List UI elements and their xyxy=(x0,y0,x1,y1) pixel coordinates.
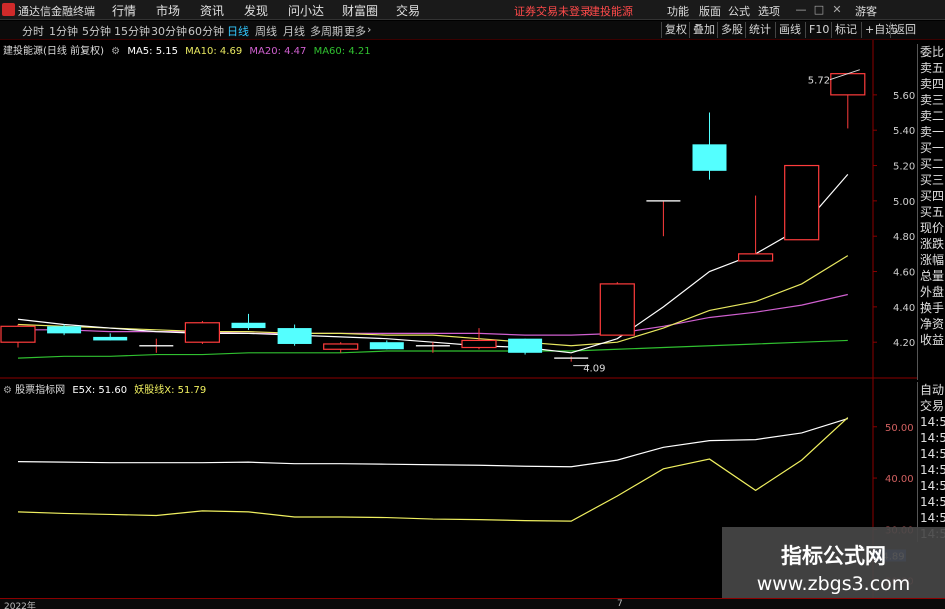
candle-body xyxy=(830,73,866,96)
candle-body xyxy=(277,328,312,344)
trade-side-panel: 自动交易14:514:514:514:514:514:514:514:5 xyxy=(917,382,945,542)
e5x-line xyxy=(17,417,848,468)
side-label: 卖一 xyxy=(920,125,945,139)
price-tick-label: 4.60 xyxy=(893,268,915,279)
candle-body xyxy=(692,144,727,171)
side-label: 卖五 xyxy=(920,61,945,75)
ma5-line xyxy=(17,173,849,354)
time-axis: 2022年 7 xyxy=(0,598,945,609)
high-label: 5.72 xyxy=(808,76,830,87)
side-label: 买一 xyxy=(920,141,945,155)
price-tick-label: 5.20 xyxy=(893,162,915,173)
side-label: 买五 xyxy=(920,205,945,219)
trade-side-label[interactable]: 自动 xyxy=(918,382,945,398)
side-label: 买四 xyxy=(920,189,945,203)
price-tick-label: 4.40 xyxy=(893,303,915,314)
candle-body xyxy=(461,339,497,349)
side-label: 收益 xyxy=(920,333,945,347)
trade-side-label: 14:5 xyxy=(920,463,945,477)
sub-chart-info: ⚙ 股票指标网 E5X: 51.60 妖股线X: 51.79 xyxy=(0,381,207,396)
gear-icon-sub[interactable]: ⚙ xyxy=(3,385,12,396)
watermark-box: 指标公式网 www.zbgs3.com xyxy=(722,527,945,609)
side-label: 净资 xyxy=(920,317,945,331)
ma10-line xyxy=(17,255,849,347)
watermark-url: www.zbgs3.com xyxy=(756,573,911,595)
side-label: 卖三 xyxy=(920,93,945,107)
trade-side-label: 14:5 xyxy=(920,495,945,509)
candle-body xyxy=(47,326,82,334)
candle-body xyxy=(599,283,635,336)
side-label: 卖四 xyxy=(920,77,945,91)
yyx-line xyxy=(17,417,849,522)
side-label: 买三 xyxy=(920,173,945,187)
sub-tick-label: 50.00 xyxy=(885,423,914,434)
side-label: 委比 xyxy=(920,45,945,59)
yyx-value: 妖股线X: 51.79 xyxy=(134,385,207,396)
side-label: 涨跌 xyxy=(920,237,945,251)
price-tick-label: 5.00 xyxy=(893,197,915,208)
trade-side-label: 14:5 xyxy=(920,447,945,461)
candle-body xyxy=(323,343,359,350)
candle-body xyxy=(93,336,128,341)
month-label: 7 xyxy=(617,599,623,609)
quote-side-panel: 委比卖五卖四卖三卖二卖一买一买二买三买四买五现价涨跌涨幅总量外盘换手净资收益 xyxy=(917,44,945,380)
candle-body xyxy=(231,322,266,329)
watermark-title: 指标公式网 xyxy=(781,544,886,568)
candle-body xyxy=(737,253,774,262)
candle-body xyxy=(184,322,220,343)
price-tick-label: 5.60 xyxy=(893,91,915,102)
trade-side-label: 14:5 xyxy=(920,431,945,445)
trade-side-label: 14:5 xyxy=(920,415,945,429)
year-label: 2022年 xyxy=(4,602,36,609)
e5x-value: E5X: 51.60 xyxy=(72,385,128,396)
sub-tick-label: 40.00 xyxy=(885,474,914,485)
side-label: 现价 xyxy=(920,221,945,235)
side-label: 涨幅 xyxy=(920,253,945,267)
candle-body xyxy=(0,325,36,343)
price-tick-label: 4.20 xyxy=(893,338,915,349)
price-tick-label: 4.80 xyxy=(893,232,915,243)
low-label: 4.09 xyxy=(583,364,605,375)
side-label: 外盘 xyxy=(920,285,945,299)
sub-chart-title: 股票指标网 xyxy=(15,385,66,396)
side-label: 总量 xyxy=(920,269,945,283)
side-label: 买二 xyxy=(920,157,945,171)
trade-side-label: 14:5 xyxy=(920,479,945,493)
candle-body xyxy=(508,338,543,353)
candle-body xyxy=(369,342,404,350)
side-label: 卖二 xyxy=(920,109,945,123)
price-tick-label: 5.40 xyxy=(893,126,915,137)
kline-chart[interactable]: 5.72 4.09 5.60 5.40 5.20 5.00 4.80 4.60 4.40 4.2… xyxy=(0,0,945,609)
trade-side-label: 14:5 xyxy=(920,511,945,525)
candle-body xyxy=(784,164,820,241)
trade-side-label[interactable]: 交易 xyxy=(918,398,945,414)
side-label: 换手 xyxy=(920,301,945,315)
